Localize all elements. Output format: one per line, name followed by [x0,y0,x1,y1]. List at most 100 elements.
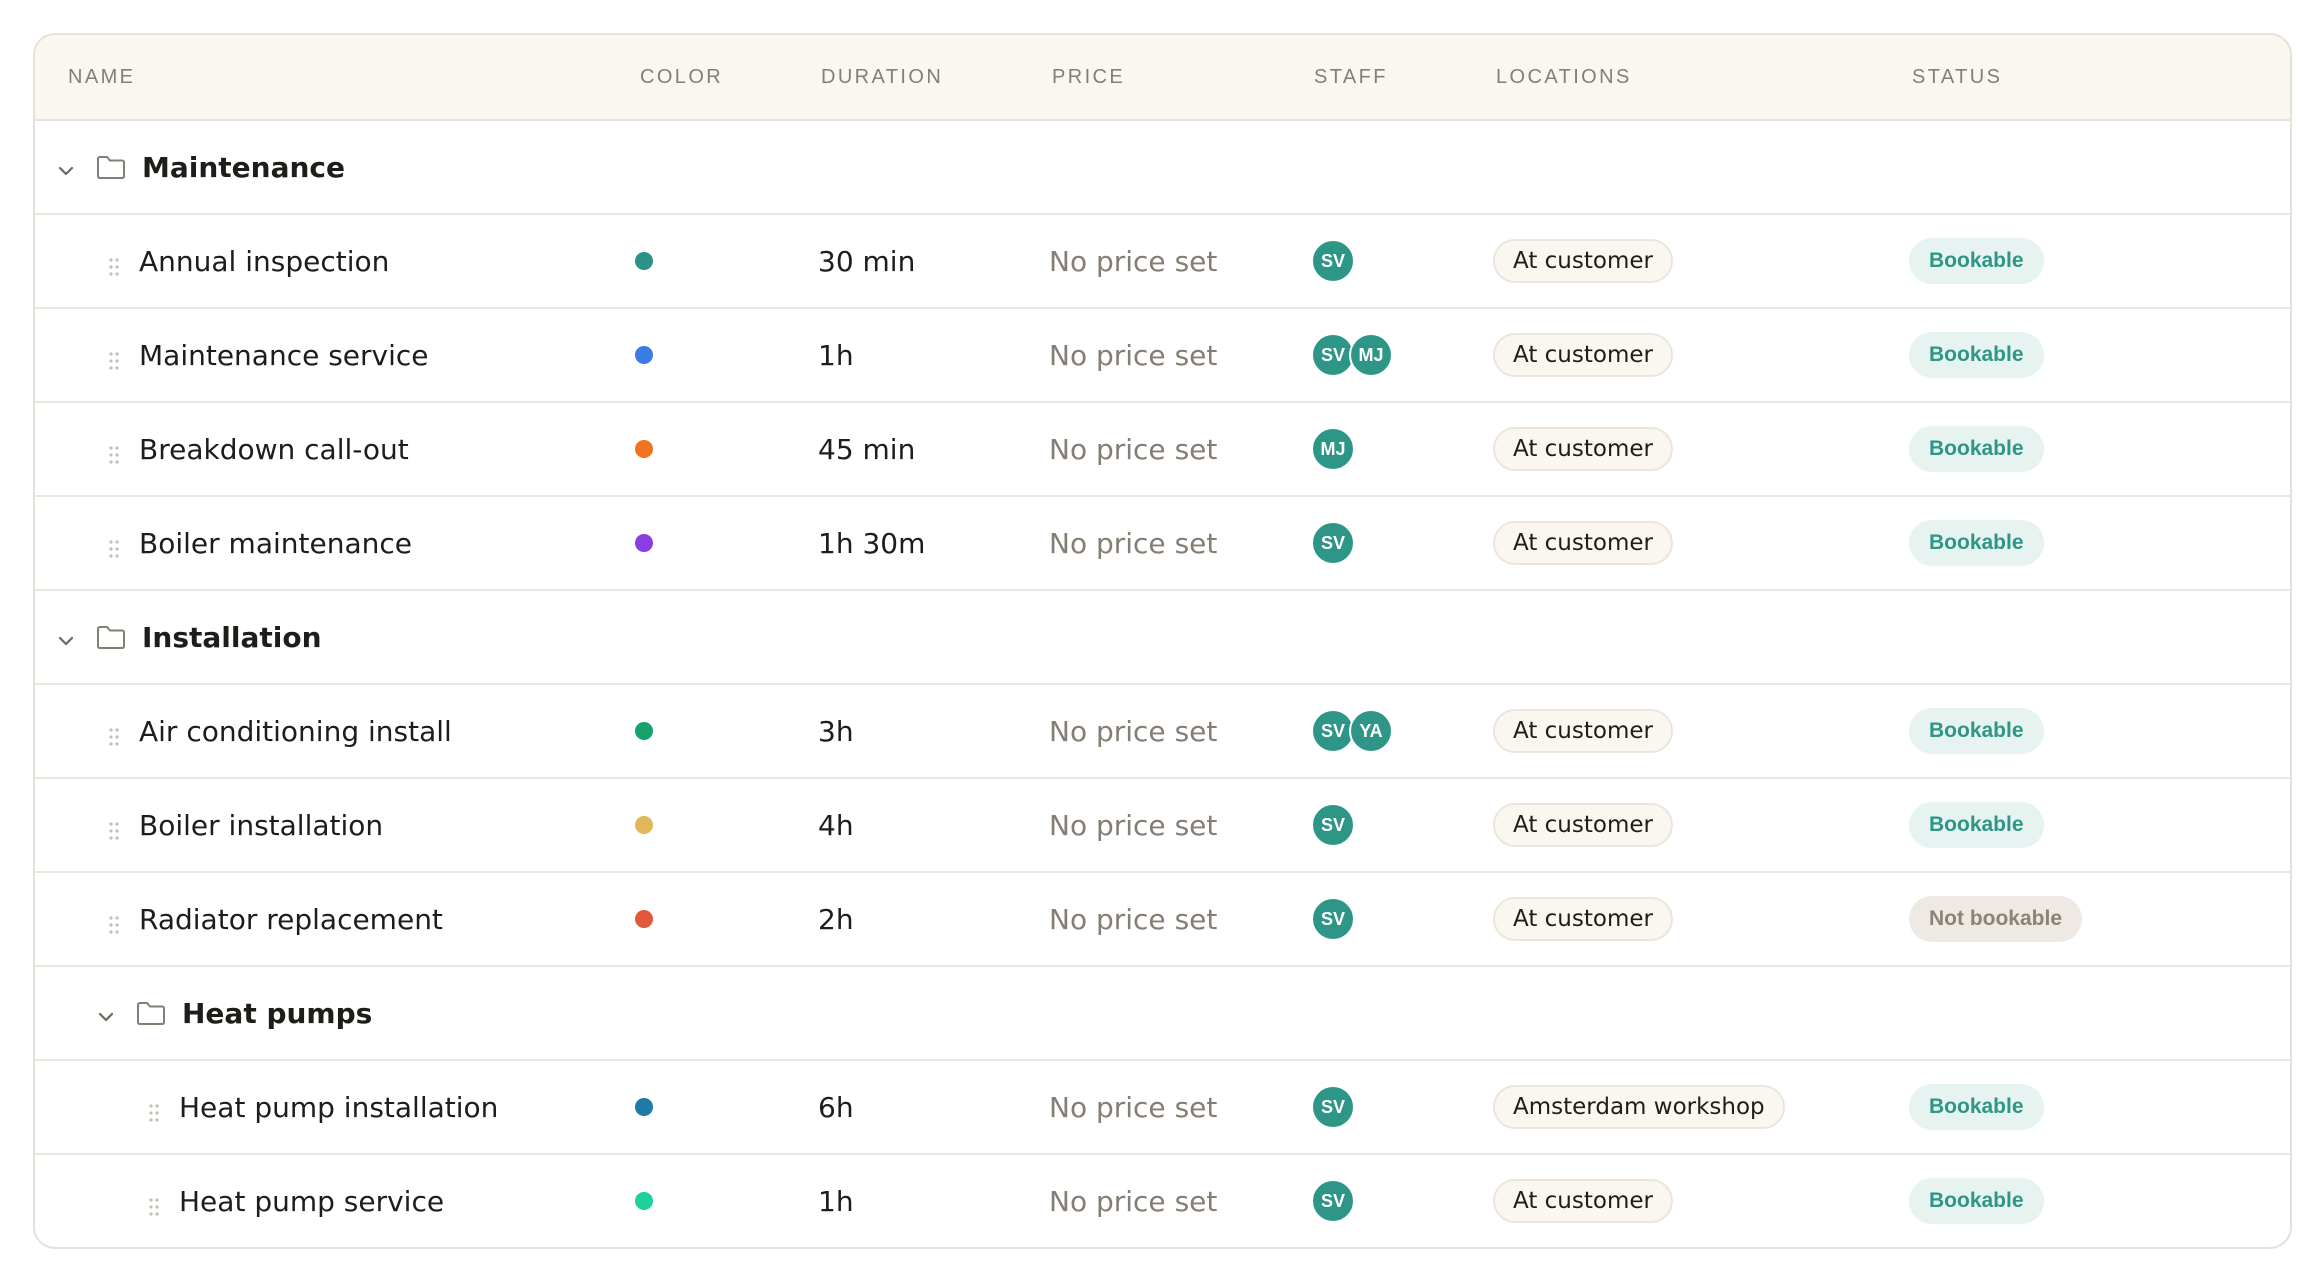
location-pill: At customer [1493,427,1673,471]
color-dot [635,346,653,364]
drag-handle-icon[interactable] [108,439,120,464]
service-duration: 4h [818,808,854,842]
staff-avatars: SV [1311,1085,1355,1129]
service-name[interactable]: Annual inspection [139,245,389,278]
service-duration: 2h [818,902,854,936]
column-header-color[interactable]: COLOR [640,35,723,119]
column-header-name[interactable]: NAME [68,35,135,119]
status-badge[interactable]: Bookable [1909,1178,2044,1224]
table-header: NAME COLOR DURATION PRICE STAFF LOCATION… [35,35,2290,121]
service-name[interactable]: Boiler installation [139,809,383,842]
staff-avatars: MJ [1311,427,1355,471]
service-duration: 45 min [818,432,916,466]
chevron-down-icon[interactable] [55,156,77,178]
group-title: Maintenance [142,150,346,184]
service-price: No price set [1049,808,1218,842]
staff-avatar: SV [1311,897,1355,941]
column-header-duration[interactable]: DURATION [821,35,943,119]
drag-handle-icon[interactable] [148,1097,160,1122]
location-pill: At customer [1493,239,1673,283]
service-duration: 1h [818,338,854,372]
color-dot [635,910,653,928]
service-row[interactable]: Boiler maintenance 1h 30m No price set SV At… [35,497,2290,591]
drag-handle-icon[interactable] [108,815,120,840]
service-row[interactable]: Boiler installation 4h No price set SV At cu… [35,779,2290,873]
color-dot [635,440,653,458]
location-pill: At customer [1493,803,1673,847]
staff-avatar: SV [1311,803,1355,847]
location-pill: At customer [1493,709,1673,753]
color-dot [635,816,653,834]
service-duration: 6h [818,1090,854,1124]
location-pill: At customer [1493,521,1673,565]
staff-avatars: SV [1311,803,1355,847]
drag-handle-icon[interactable] [108,909,120,934]
folder-icon [96,624,126,650]
staff-avatars: SV [1311,1179,1355,1223]
service-row[interactable]: Breakdown call-out 45 min No price set MJ At… [35,403,2290,497]
drag-handle-icon[interactable] [108,251,120,276]
staff-avatars: SV YA [1311,709,1393,753]
service-row[interactable]: Annual inspection 30 min No price set SV At … [35,215,2290,309]
drag-handle-icon[interactable] [108,533,120,558]
service-price: No price set [1049,338,1218,372]
location-pill: Amsterdam workshop [1493,1085,1785,1129]
folder-icon [96,154,126,180]
location-pill: At customer [1493,333,1673,377]
service-row[interactable]: Maintenance service 1h No price set SV MJ At … [35,309,2290,403]
service-name[interactable]: Radiator replacement [139,903,443,936]
service-duration: 1h 30m [818,526,926,560]
status-badge[interactable]: Bookable [1909,238,2044,284]
service-duration: 30 min [818,244,916,278]
group-row[interactable]: Maintenance [35,121,2290,215]
service-price: No price set [1049,902,1218,936]
drag-handle-icon[interactable] [108,721,120,746]
color-dot [635,1192,653,1210]
status-badge[interactable]: Bookable [1909,520,2044,566]
service-row[interactable]: Air conditioning install 3h No price set SV… [35,685,2290,779]
service-price: No price set [1049,432,1218,466]
group-row[interactable]: Heat pumps [35,967,2290,1061]
status-badge[interactable]: Bookable [1909,708,2044,754]
drag-handle-icon[interactable] [148,1191,160,1216]
service-name[interactable]: Heat pump installation [179,1091,498,1124]
column-header-status[interactable]: STATUS [1912,35,2002,119]
staff-avatar: SV [1311,521,1355,565]
chevron-down-icon[interactable] [95,1002,117,1024]
service-name[interactable]: Boiler maintenance [139,527,412,560]
status-badge[interactable]: Bookable [1909,332,2044,378]
staff-avatars: SV [1311,521,1355,565]
color-dot [635,1098,653,1116]
service-row[interactable]: Heat pump service 1h No price set SV At cust… [35,1155,2290,1247]
location-pill: At customer [1493,1179,1673,1223]
staff-avatars: SV [1311,239,1355,283]
status-badge[interactable]: Bookable [1909,1084,2044,1130]
column-header-staff[interactable]: STAFF [1314,35,1388,119]
status-badge[interactable]: Bookable [1909,426,2044,472]
group-row[interactable]: Installation [35,591,2290,685]
staff-avatars: SV MJ [1311,333,1393,377]
status-badge[interactable]: Not bookable [1909,896,2083,942]
chevron-down-icon[interactable] [55,626,77,648]
service-row[interactable]: Radiator replacement 2h No price set SV At c… [35,873,2290,967]
service-name[interactable]: Air conditioning install [139,715,452,748]
color-dot [635,252,653,270]
staff-avatar: YA [1349,709,1393,753]
service-name[interactable]: Maintenance service [139,339,429,372]
status-badge[interactable]: Bookable [1909,802,2044,848]
column-header-locations[interactable]: LOCATIONS [1496,35,1632,119]
staff-avatar: SV [1311,1085,1355,1129]
service-price: No price set [1049,244,1218,278]
service-name[interactable]: Breakdown call-out [139,433,409,466]
service-name[interactable]: Heat pump service [179,1185,444,1218]
staff-avatar: SV [1311,1179,1355,1223]
service-price: No price set [1049,526,1218,560]
drag-handle-icon[interactable] [108,345,120,370]
staff-avatar: MJ [1349,333,1393,377]
staff-avatars: SV [1311,897,1355,941]
service-price: No price set [1049,1184,1218,1218]
column-header-price[interactable]: PRICE [1052,35,1125,119]
services-table: NAME COLOR DURATION PRICE STAFF LOCATION… [33,33,2292,1249]
group-title: Installation [142,620,322,654]
service-row[interactable]: Heat pump installation 6h No price set SV Am… [35,1061,2290,1155]
